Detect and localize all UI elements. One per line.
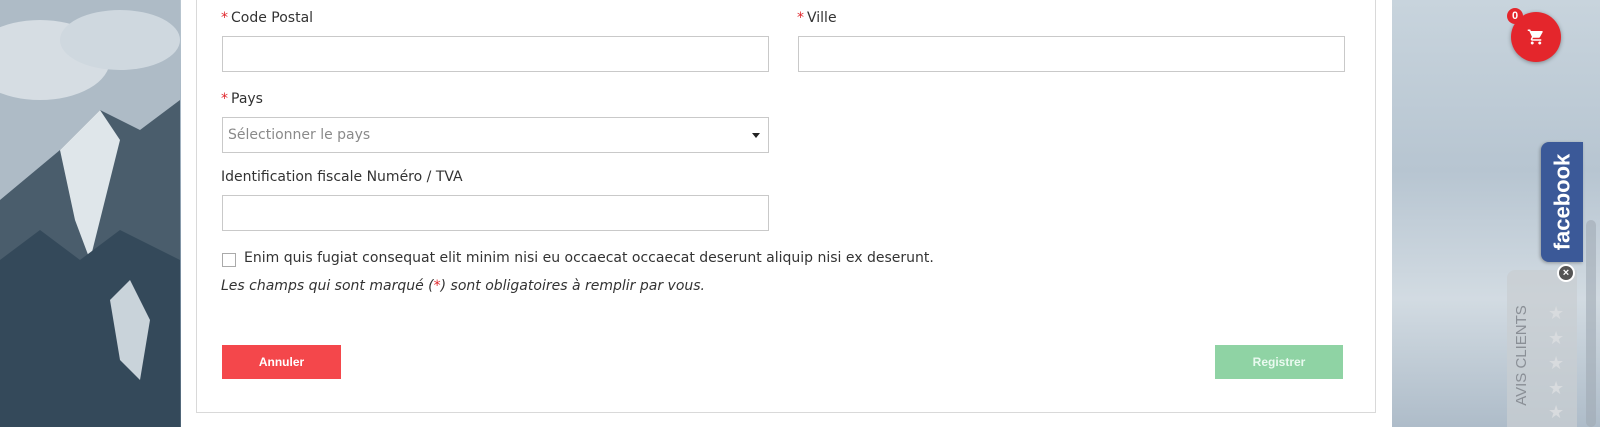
facebook-label: facebook bbox=[1549, 153, 1574, 251]
required-fields-note: Les champs qui sont marqué (*) sont obli… bbox=[221, 278, 705, 294]
country-select-placeholder: Sélectionner le pays bbox=[228, 127, 371, 143]
required-marker: * bbox=[797, 10, 804, 26]
city-label: * Ville bbox=[797, 10, 837, 26]
city-input[interactable] bbox=[798, 36, 1345, 72]
cancel-button[interactable]: Annuler bbox=[222, 345, 341, 379]
postal-code-input[interactable] bbox=[222, 36, 769, 72]
star-icon: ★ bbox=[1548, 378, 1565, 399]
country-select[interactable]: Sélectionner le pays bbox=[222, 117, 769, 153]
cart-count-badge: 0 bbox=[1507, 8, 1523, 24]
vat-input[interactable] bbox=[222, 195, 769, 231]
chevron-down-icon bbox=[752, 133, 760, 138]
country-label: * Pays bbox=[221, 91, 263, 107]
star-icon: ★ bbox=[1548, 303, 1565, 324]
consent-text: Enim quis fugiat consequat elit minim ni… bbox=[244, 250, 934, 266]
required-marker: * bbox=[221, 10, 228, 26]
star-icon: ★ bbox=[1548, 402, 1565, 423]
vat-label: Identification fiscale Numéro / TVA bbox=[221, 169, 463, 185]
scrollbar-thumb[interactable] bbox=[1586, 220, 1596, 427]
postal-code-label: * Code Postal bbox=[221, 10, 314, 26]
register-button[interactable]: Registrer bbox=[1215, 345, 1343, 379]
mountain-background bbox=[0, 0, 180, 427]
customer-reviews-label: AVIS CLIENTS bbox=[1512, 304, 1530, 406]
required-marker: * bbox=[221, 91, 228, 107]
cart-icon bbox=[1527, 29, 1543, 45]
consent-checkbox[interactable] bbox=[222, 253, 236, 267]
required-marker: * bbox=[433, 278, 441, 294]
star-icon: ★ bbox=[1548, 328, 1565, 349]
star-icon: ★ bbox=[1548, 353, 1565, 374]
close-icon[interactable]: × bbox=[1557, 264, 1575, 282]
